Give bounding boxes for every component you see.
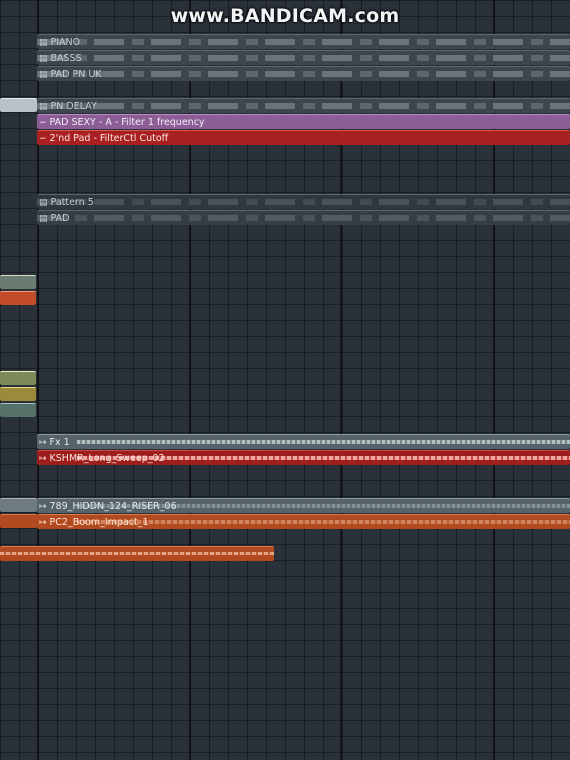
automation-clip-pad-sexy[interactable]: ∽ PAD SEXY - A - Filter 1 frequency bbox=[37, 114, 570, 129]
clip-label: ↦ KSHMR_Long_Sweep_02 bbox=[39, 453, 165, 464]
pattern-icon: ▤ bbox=[39, 54, 48, 64]
audio-clip-icon: ↦ bbox=[39, 454, 47, 464]
clip-label: ▤ Pattern 5 bbox=[39, 197, 94, 208]
audio-clip-boom-impact[interactable]: ↦ PC2_Boom_Impact_1 bbox=[37, 514, 570, 529]
clip-stub[interactable] bbox=[0, 498, 37, 512]
pattern-clip-pattern-5[interactable]: ▤ Pattern 5 bbox=[37, 194, 570, 209]
pattern-icon: ▤ bbox=[39, 198, 48, 208]
automation-clip-2nd-pad[interactable]: ∽ 2'nd Pad - FilterCtl Cutoff bbox=[37, 130, 570, 145]
pattern-icon: ▤ bbox=[39, 70, 48, 80]
recorder-watermark: www.BANDICAM.com bbox=[170, 5, 400, 27]
clip-label: ▤ BASSS bbox=[39, 53, 82, 64]
clip-label: ↦ PC2_Boom_Impact_1 bbox=[39, 517, 149, 528]
clip-label: ▤ PAD bbox=[39, 213, 70, 224]
clip-label: ∽ 2'nd Pad - FilterCtl Cutoff bbox=[39, 133, 169, 144]
clip-stub[interactable] bbox=[0, 514, 37, 528]
automation-curve-icon: ∽ bbox=[39, 134, 47, 144]
note-preview bbox=[37, 55, 570, 61]
clip-label: ↦ Fx 1 bbox=[39, 437, 70, 448]
audio-clip-fragment[interactable] bbox=[0, 387, 36, 401]
audio-clip-fragment[interactable] bbox=[0, 275, 36, 289]
pattern-clip-pn-delay[interactable]: ▤ PN DELAY bbox=[37, 98, 570, 113]
audio-clip-fragment[interactable] bbox=[0, 291, 36, 305]
pattern-clip-pad-pn-uk[interactable]: ▤ PAD PN UK bbox=[37, 66, 570, 81]
pattern-icon: ▤ bbox=[39, 214, 48, 224]
clip-label: ▤ PN DELAY bbox=[39, 101, 97, 112]
pattern-icon: ▤ bbox=[39, 102, 48, 112]
clip-stub[interactable] bbox=[0, 98, 37, 112]
pattern-clip-basss[interactable]: ▤ BASSS bbox=[37, 50, 570, 65]
pattern-clip-pad[interactable]: ▤ PAD bbox=[37, 210, 570, 225]
audio-clip-icon: ↦ bbox=[39, 518, 47, 528]
clip-label: ∽ PAD SEXY - A - Filter 1 frequency bbox=[39, 117, 205, 128]
note-preview bbox=[37, 103, 570, 109]
audio-clip-icon: ↦ bbox=[39, 438, 47, 448]
clip-label: ▤ PIANO bbox=[39, 37, 81, 48]
automation-curve-icon: ∽ bbox=[39, 118, 47, 128]
note-preview bbox=[37, 39, 570, 45]
clip-label: ↦ 789_HIDDN_124_RISER_06 bbox=[39, 501, 177, 512]
audio-clip-fragment[interactable] bbox=[0, 403, 36, 417]
audio-clip-unlabeled-orange[interactable] bbox=[0, 546, 274, 561]
waveform bbox=[77, 440, 570, 444]
audio-clip-kshmr-long-sweep[interactable]: ↦ KSHMR_Long_Sweep_02 bbox=[37, 450, 570, 465]
note-preview bbox=[37, 215, 570, 221]
waveform bbox=[0, 552, 274, 555]
pattern-icon: ▤ bbox=[39, 38, 48, 48]
audio-clip-riser-06[interactable]: ↦ 789_HIDDN_124_RISER_06 bbox=[37, 498, 570, 513]
audio-clip-fx-1[interactable]: ↦ Fx 1 bbox=[37, 434, 570, 449]
clip-label: ▤ PAD PN UK bbox=[39, 69, 102, 80]
audio-clip-fragment[interactable] bbox=[0, 371, 36, 385]
pattern-clip-piano[interactable]: ▤ PIANO bbox=[37, 34, 570, 49]
waveform bbox=[77, 520, 570, 524]
audio-clip-icon: ↦ bbox=[39, 502, 47, 512]
note-preview bbox=[37, 199, 570, 205]
note-preview bbox=[37, 71, 570, 77]
